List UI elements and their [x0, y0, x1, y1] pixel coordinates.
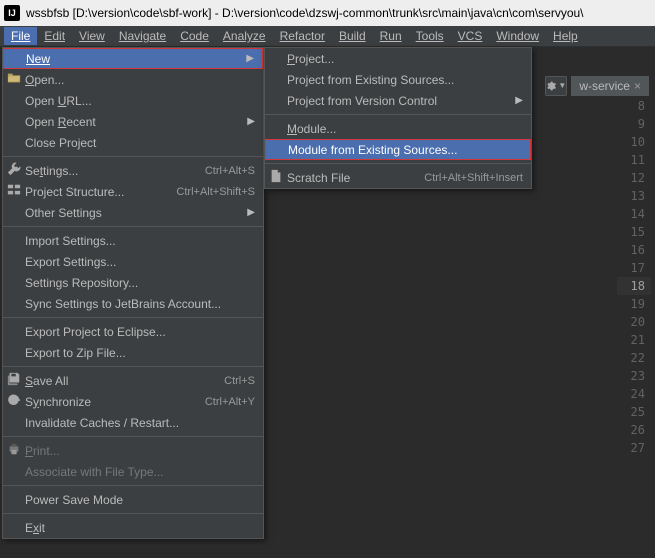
menu-item-settings-repo[interactable]: Settings Repository... — [3, 272, 263, 293]
menu-item-open-url[interactable]: Open URL... — [3, 90, 263, 111]
line-number: 17 — [617, 259, 651, 277]
menu-item-project-structure[interactable]: Project Structure... Ctrl+Alt+Shift+S — [3, 181, 263, 202]
menu-item-scratch-file[interactable]: Scratch File Ctrl+Alt+Shift+Insert — [265, 167, 531, 188]
separator — [3, 156, 263, 157]
line-number: 22 — [617, 349, 651, 367]
gear-icon — [546, 79, 556, 93]
menu-run[interactable]: Run — [373, 27, 409, 45]
line-number: 26 — [617, 421, 651, 439]
file-menu-dropdown: New ▶ Open... Open URL... Open Recent ▶ … — [2, 47, 264, 539]
line-number: 13 — [617, 187, 651, 205]
chevron-right-icon: ▶ — [246, 53, 254, 64]
separator — [265, 114, 531, 115]
save-all-icon — [6, 372, 22, 389]
separator — [3, 436, 263, 437]
separator — [3, 366, 263, 367]
line-gutter: 89101112131415161718192021222324252627 — [617, 97, 651, 457]
new-submenu-dropdown: Project... Project from Existing Sources… — [264, 47, 532, 189]
menu-item-power-save[interactable]: Power Save Mode — [3, 489, 263, 510]
menu-item-module-existing[interactable]: Module from Existing Sources... — [265, 139, 531, 160]
shortcut: Ctrl+Alt+Shift+Insert — [424, 172, 523, 184]
menu-item-new-project[interactable]: Project... — [265, 48, 531, 69]
tab-label: w-service — [579, 79, 630, 93]
separator — [3, 317, 263, 318]
menu-item-open-recent[interactable]: Open Recent ▶ — [3, 111, 263, 132]
chevron-right-icon: ▶ — [515, 95, 523, 106]
shortcut: Ctrl+Alt+Y — [205, 396, 255, 408]
editor-settings-button[interactable]: ▼ — [545, 76, 567, 96]
menu-edit[interactable]: Edit — [37, 27, 72, 45]
menu-item-synchronize[interactable]: Synchronize Ctrl+Alt+Y — [3, 391, 263, 412]
window-title: wssbfsb [D:\version\code\sbf-work] - D:\… — [26, 6, 584, 20]
wrench-icon — [6, 162, 22, 179]
line-number: 25 — [617, 403, 651, 421]
menu-item-project-vc[interactable]: Project from Version Control ▶ — [265, 90, 531, 111]
menu-help[interactable]: Help — [546, 27, 585, 45]
menu-item-settings[interactable]: Settings... Ctrl+Alt+S — [3, 160, 263, 181]
menu-window[interactable]: Window — [489, 27, 546, 45]
line-number: 27 — [617, 439, 651, 457]
chevron-right-icon: ▶ — [247, 116, 255, 127]
title-bar: IJ wssbfsb [D:\version\code\sbf-work] - … — [0, 0, 655, 26]
line-number: 14 — [617, 205, 651, 223]
menu-item-save-all[interactable]: Save All Ctrl+S — [3, 370, 263, 391]
separator — [3, 513, 263, 514]
file-icon — [268, 169, 284, 186]
menu-item-export-eclipse[interactable]: Export Project to Eclipse... — [3, 321, 263, 342]
menu-item-export-zip[interactable]: Export to Zip File... — [3, 342, 263, 363]
line-number: 11 — [617, 151, 651, 169]
menu-item-open[interactable]: Open... — [3, 69, 263, 90]
menu-code[interactable]: Code — [173, 27, 216, 45]
shortcut: Ctrl+S — [224, 375, 255, 387]
separator — [3, 226, 263, 227]
line-number: 23 — [617, 367, 651, 385]
editor-tabs-area: ▼ w-service × — [545, 74, 649, 97]
menu-vcs[interactable]: VCS — [451, 27, 490, 45]
app-icon: IJ — [4, 5, 20, 21]
menu-item-print[interactable]: Print... — [3, 440, 263, 461]
menu-item-project-existing[interactable]: Project from Existing Sources... — [265, 69, 531, 90]
editor-tab[interactable]: w-service × — [571, 76, 649, 96]
line-number: 16 — [617, 241, 651, 259]
menu-tools[interactable]: Tools — [409, 27, 451, 45]
menu-build[interactable]: Build — [332, 27, 373, 45]
line-number: 18 — [617, 277, 651, 295]
chevron-down-icon: ▼ — [558, 81, 566, 90]
line-number: 10 — [617, 133, 651, 151]
separator — [265, 163, 531, 164]
line-number: 19 — [617, 295, 651, 313]
close-icon[interactable]: × — [634, 79, 641, 93]
menu-item-import-settings[interactable]: Import Settings... — [3, 230, 263, 251]
menu-item-export-settings[interactable]: Export Settings... — [3, 251, 263, 272]
shortcut: Ctrl+Alt+S — [205, 165, 255, 177]
menu-item-new[interactable]: New ▶ — [3, 48, 263, 69]
menu-refactor[interactable]: Refactor — [273, 27, 332, 45]
menu-analyze[interactable]: Analyze — [216, 27, 273, 45]
line-number: 21 — [617, 331, 651, 349]
menu-view[interactable]: View — [72, 27, 112, 45]
menu-item-new-module[interactable]: Module... — [265, 118, 531, 139]
line-number: 24 — [617, 385, 651, 403]
shortcut: Ctrl+Alt+Shift+S — [176, 186, 255, 198]
sync-icon — [6, 393, 22, 410]
menu-navigate[interactable]: Navigate — [112, 27, 173, 45]
menu-item-other-settings[interactable]: Other Settings ▶ — [3, 202, 263, 223]
print-icon — [6, 442, 22, 459]
structure-icon — [6, 183, 22, 200]
menu-file[interactable]: File — [4, 27, 37, 45]
line-number: 15 — [617, 223, 651, 241]
line-number: 9 — [617, 115, 651, 133]
menu-item-sync-jetbrains[interactable]: Sync Settings to JetBrains Account... — [3, 293, 263, 314]
folder-open-icon — [6, 71, 22, 88]
line-number: 12 — [617, 169, 651, 187]
menu-item-close-project[interactable]: Close Project — [3, 132, 263, 153]
chevron-right-icon: ▶ — [247, 207, 255, 218]
menu-item-associate[interactable]: Associate with File Type... — [3, 461, 263, 482]
separator — [3, 485, 263, 486]
menu-item-exit[interactable]: Exit — [3, 517, 263, 538]
menu-bar: File Edit View Navigate Code Analyze Ref… — [0, 26, 655, 47]
line-number: 8 — [617, 97, 651, 115]
line-number: 20 — [617, 313, 651, 331]
menu-item-invalidate[interactable]: Invalidate Caches / Restart... — [3, 412, 263, 433]
